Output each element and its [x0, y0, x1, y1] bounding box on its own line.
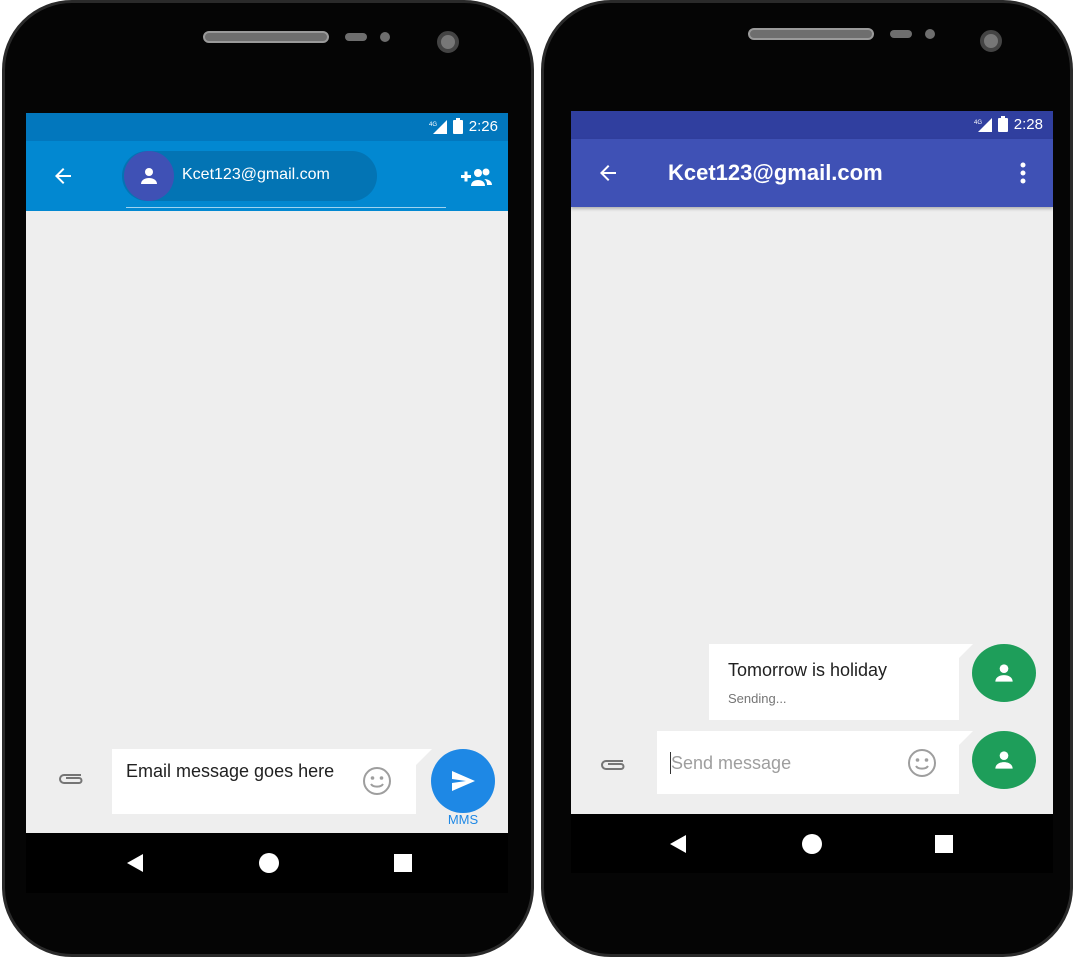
recipient-avatar [124, 151, 174, 201]
battery-icon [997, 115, 1008, 132]
send-button[interactable] [431, 749, 495, 813]
proximity-sensor [345, 33, 367, 41]
conversation-appbar: Kcet123@gmail.com [571, 139, 1053, 207]
proximity-sensor [890, 30, 912, 38]
status-bar: 4G 2:26 [26, 113, 508, 141]
right-phone-frame: 4G 2:28 Kcet123@gmail.com Tomorrow is ho… [541, 0, 1073, 957]
smiley-icon [363, 767, 391, 795]
status-time: 2:28 [1013, 116, 1043, 133]
paperclip-icon [59, 774, 83, 784]
signal-4g-icon: 4G [429, 119, 447, 134]
signal-4g-icon: 4G [974, 117, 992, 132]
emoji-button[interactable] [907, 748, 937, 778]
message-status: Sending... [728, 691, 787, 706]
right-screen: 4G 2:28 Kcet123@gmail.com Tomorrow is ho… [571, 111, 1053, 873]
message-text: Tomorrow is holiday [728, 660, 888, 680]
system-nav-bar [571, 814, 1053, 873]
recipient-chip[interactable]: Kcet123@gmail.com [122, 151, 377, 201]
svg-text:4G: 4G [974, 120, 982, 126]
arrow-left-icon [55, 168, 71, 184]
add-people-icon [461, 168, 492, 186]
compose-placeholder: Send message [671, 753, 792, 773]
system-nav-bar [26, 833, 508, 893]
status-time: 2:26 [468, 118, 498, 135]
arrow-left-icon [600, 165, 616, 181]
light-sensor [925, 29, 935, 39]
self-avatar[interactable] [972, 731, 1036, 789]
recipient-chip-label: Kcet123@gmail.com [182, 166, 330, 183]
front-camera [980, 30, 1002, 52]
compose-appbar: Kcet123@gmail.com [26, 141, 508, 211]
message-bubble[interactable]: Tomorrow is holiday Sending... [709, 644, 959, 720]
light-sensor [380, 32, 390, 42]
recents-square-icon[interactable] [935, 835, 953, 853]
left-phone-frame: 4G 2:26 Kcet123@gmail.com Email message … [2, 0, 534, 957]
back-arrow-button[interactable] [48, 161, 78, 191]
person-icon [995, 664, 1013, 682]
send-arrow-icon [452, 771, 475, 791]
back-triangle-icon[interactable] [127, 854, 143, 872]
compose-bubble-tail [416, 749, 432, 765]
svg-text:4G: 4G [429, 122, 437, 128]
conversation-title: Kcet123@gmail.com [668, 160, 883, 185]
earpiece-speaker [748, 28, 874, 40]
home-circle-icon[interactable] [259, 853, 279, 873]
attach-button[interactable] [57, 771, 85, 787]
back-arrow-button[interactable] [593, 158, 623, 188]
front-camera [437, 31, 459, 53]
left-screen: 4G 2:26 Kcet123@gmail.com Email message … [26, 113, 508, 893]
status-bar: 4G 2:28 [571, 111, 1053, 139]
message-bubble-tail [959, 644, 973, 658]
add-people-button[interactable] [460, 163, 494, 191]
battery-icon [452, 117, 463, 134]
compose-text: Email message goes here [126, 761, 335, 781]
person-icon [995, 751, 1013, 769]
person-icon [141, 168, 157, 184]
message-compose-field[interactable]: Send message [657, 731, 959, 794]
send-mode-label: MMS [447, 812, 479, 827]
emoji-button[interactable] [362, 766, 392, 796]
overflow-menu-button[interactable] [1011, 159, 1035, 187]
earpiece-speaker [203, 31, 329, 43]
sender-avatar[interactable] [972, 644, 1036, 702]
recipient-field-underline [126, 207, 446, 208]
more-vert-icon [1020, 162, 1026, 184]
compose-bubble-tail [959, 731, 973, 745]
message-compose-field[interactable]: Email message goes here [112, 749, 416, 814]
back-triangle-icon[interactable] [670, 835, 686, 853]
home-circle-icon[interactable] [802, 834, 822, 854]
attach-button[interactable] [599, 757, 627, 773]
recents-square-icon[interactable] [394, 854, 412, 872]
smiley-icon [908, 749, 936, 777]
paperclip-icon [601, 760, 625, 770]
